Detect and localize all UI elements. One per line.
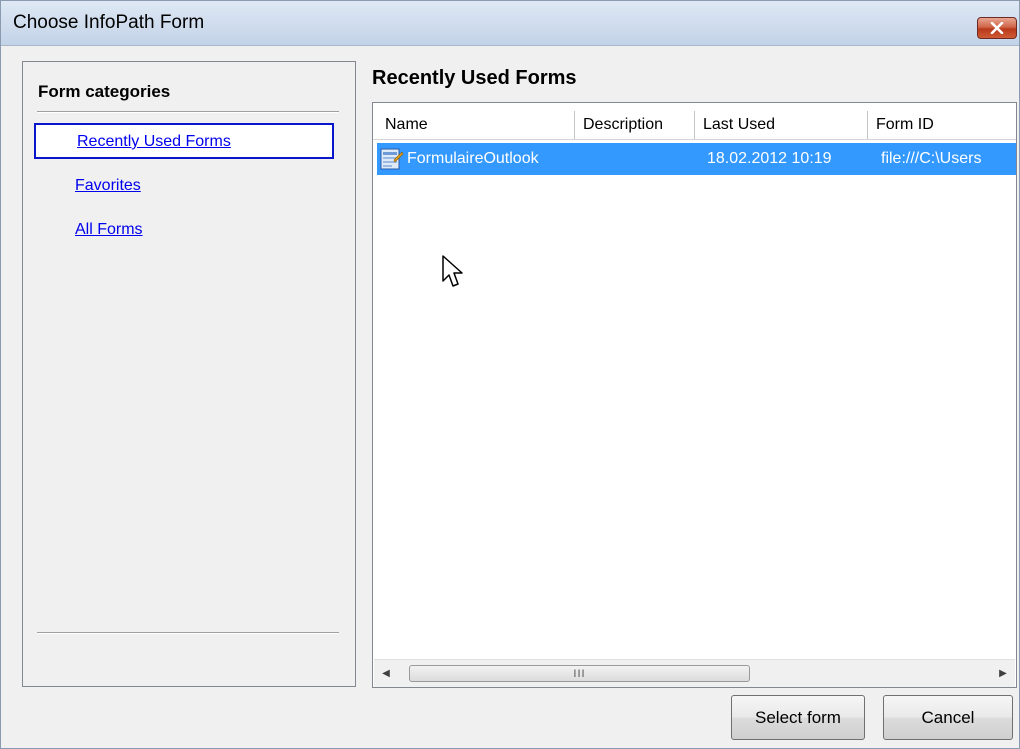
divider xyxy=(37,111,339,113)
close-icon xyxy=(990,22,1004,34)
category-favorites[interactable]: Favorites xyxy=(34,169,334,205)
cell-form-id: file:///C:\Users xyxy=(881,150,982,167)
column-header-description[interactable]: Description xyxy=(575,111,695,139)
cell-last-used: 18.02.2012 10:19 xyxy=(707,150,832,167)
category-recently-used-forms[interactable]: Recently Used Forms xyxy=(34,123,334,159)
choose-form-dialog: Choose InfoPath Form Form categories Rec… xyxy=(0,0,1020,749)
mouse-cursor-icon xyxy=(442,255,463,287)
scrollbar-thumb[interactable]: III xyxy=(409,665,750,682)
divider xyxy=(37,632,339,634)
window-title: Choose InfoPath Form xyxy=(13,12,205,33)
forms-list[interactable]: Name Description Last Used Form ID Formu… xyxy=(372,102,1017,688)
column-header-last-used[interactable]: Last Used xyxy=(695,111,868,139)
select-form-button[interactable]: Select form xyxy=(731,695,865,740)
horizontal-scrollbar[interactable]: ◀ III ▶ xyxy=(374,659,1015,687)
list-header: Name Description Last Used Form ID xyxy=(373,111,1016,140)
section-title: Recently Used Forms xyxy=(372,67,577,89)
form-categories-heading: Form categories xyxy=(38,82,171,101)
column-header-name[interactable]: Name xyxy=(377,111,575,139)
cancel-button[interactable]: Cancel xyxy=(883,695,1013,740)
scroll-right-arrow-icon[interactable]: ▶ xyxy=(991,660,1015,687)
form-categories-panel: Form categories Recently Used Forms Favo… xyxy=(22,61,356,687)
category-all-forms[interactable]: All Forms xyxy=(34,213,334,249)
infopath-form-icon xyxy=(380,148,404,170)
table-row[interactable]: FormulaireOutlook 18.02.2012 10:19 file:… xyxy=(377,143,1016,175)
title-bar[interactable]: Choose InfoPath Form xyxy=(1,1,1019,46)
scroll-left-arrow-icon[interactable]: ◀ xyxy=(374,660,398,687)
cell-name: FormulaireOutlook xyxy=(407,150,539,167)
column-header-form-id[interactable]: Form ID xyxy=(868,111,1016,139)
close-button[interactable] xyxy=(977,17,1017,39)
